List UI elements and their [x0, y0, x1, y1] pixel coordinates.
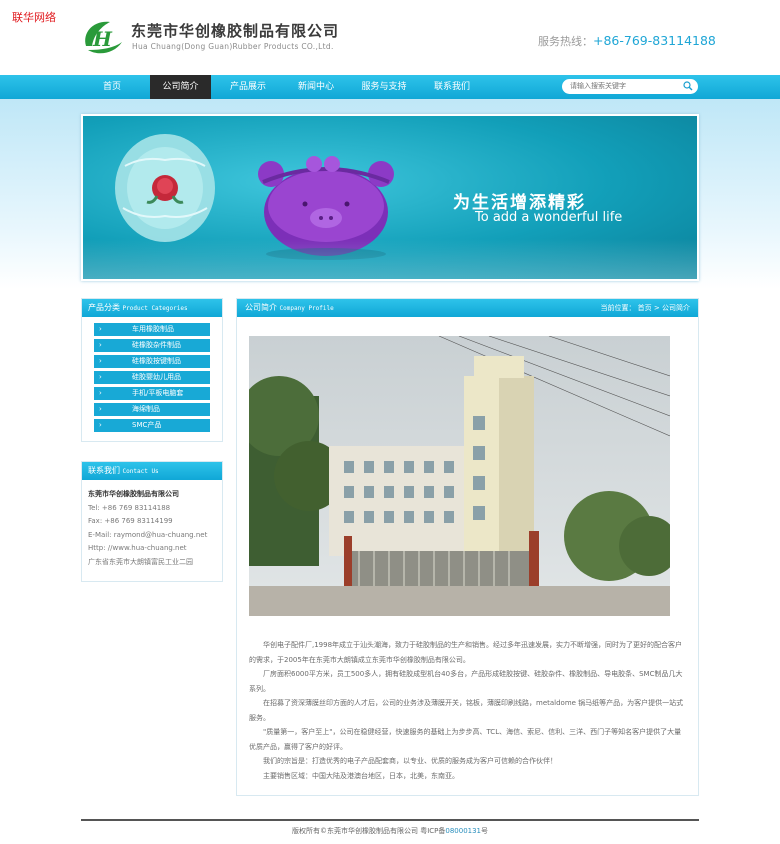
arrow-right-icon: › — [99, 341, 102, 349]
footer-divider — [81, 819, 699, 821]
company-logo-icon[interactable]: H — [80, 16, 126, 58]
main-nav: 首页 公司简介 产品展示 新闻中心 服务与支持 联系我们 — [0, 75, 780, 99]
category-item[interactable]: › 硅胶婴幼儿用品 — [94, 371, 210, 384]
contact-address: 广东省东莞市大朗镇富民工业二园 — [88, 557, 193, 566]
nav-item-news[interactable]: 新闻中心 — [284, 75, 348, 99]
contact-title-en: Contact Us — [122, 468, 159, 475]
category-item[interactable]: › 硅橡胶杂件制品 — [94, 339, 210, 352]
category-item[interactable]: › SMC产品 — [94, 419, 210, 432]
profile-paragraph: "质量第一，客户至上"，公司在稳健经营，快速服务的基础上为步步高、TCL、海信、… — [249, 728, 682, 751]
footer-suffix: 号 — [481, 827, 489, 835]
arrow-right-icon: › — [99, 405, 102, 413]
arrow-right-icon: › — [99, 373, 102, 381]
profile-paragraph: 我们的宗旨是：打造优秀的电子产品配套商，以专业、优质的服务成为客户可信赖的合作伙… — [263, 757, 557, 765]
footer: 版权所有©东莞市华创橡胶制品有限公司 粤ICP备08000131号 — [0, 826, 780, 836]
nav-item-about[interactable]: 公司简介 — [150, 75, 211, 99]
service-hotline: 服务热线：+86-769-83114188 — [538, 33, 716, 49]
arrow-right-icon: › — [99, 357, 102, 365]
nav-item-home[interactable]: 首页 — [80, 75, 144, 99]
contact-tel: Tel: +86 769 83114188 — [88, 503, 171, 512]
hotline-number: +86-769-83114188 — [593, 33, 716, 48]
nav-item-products[interactable]: 产品展示 — [216, 75, 280, 99]
arrow-right-icon: › — [99, 325, 102, 333]
panel-title-cn: 公司简介 — [245, 303, 277, 312]
profile-paragraph: 在招募了资深薄膜丝印方面的人才后，公司的业务涉及薄膜开关，铭板，薄膜印刷线路，m… — [249, 699, 684, 722]
hotline-label: 服务热线： — [538, 35, 593, 48]
category-item[interactable]: › 车用橡胶制品 — [94, 323, 210, 336]
contact-website[interactable]: Http: //www.hua-chuang.net — [88, 542, 216, 556]
banner-floor — [83, 239, 697, 279]
nav-item-support[interactable]: 服务与支持 — [351, 75, 417, 99]
banner-title-en: To add a wonderful life — [475, 210, 623, 225]
contact-title-cn: 联系我们 — [88, 466, 120, 475]
category-item[interactable]: › 海绵制品 — [94, 403, 210, 416]
search-box — [562, 79, 698, 94]
company-profile-panel: 公司简介 Company Profile 当前位置： 首页 > 公司简介 华创电… — [236, 298, 699, 796]
factory-photo — [249, 336, 670, 616]
category-item[interactable]: › 手机/平板电脑套 — [94, 387, 210, 400]
profile-paragraph: 主要销售区域：中国大陆及港澳台地区，日本，北美，东南亚。 — [263, 771, 459, 780]
contact-info: 东莞市华创橡胶制品有限公司 Tel: +86 769 83114188 Fax:… — [82, 480, 222, 577]
category-item[interactable]: › 硅橡胶按键制品 — [94, 355, 210, 368]
footer-icp-link[interactable]: 08000131 — [445, 827, 481, 835]
contact-fax: Fax: +86 769 83114199 — [88, 517, 173, 525]
factory-building-image — [249, 336, 670, 616]
contact-email[interactable]: E-Mail: raymond@hua-chuang.net — [88, 529, 216, 543]
categories-title-cn: 产品分类 — [88, 303, 120, 312]
arrow-right-icon: › — [99, 389, 102, 397]
nav-item-contact[interactable]: 联系我们 — [420, 75, 484, 99]
page: 联华网络 H 东莞市华创橡胶制品有限公司 Hua Chuang(Dong Gua… — [0, 0, 780, 844]
company-name-en: Hua Chuang(Dong Guan)Rubber Products CO.… — [132, 42, 334, 51]
contact-company: 东莞市华创橡胶制品有限公司 — [88, 490, 179, 498]
search-input[interactable] — [570, 80, 680, 93]
category-list: › 车用橡胶制品 › 硅橡胶杂件制品 › 硅橡胶按键制品 › 硅胶婴幼儿用品 › 手机/平… — [82, 317, 222, 443]
watermark-text: 联华网络 — [12, 11, 56, 24]
company-profile-text: 华创电子配件厂,1998年成立于汕头潮海，致力于硅胶制品的生产和销售。经过多年迅… — [249, 638, 687, 783]
contact-header: 联系我们 Contact Us — [82, 462, 222, 480]
search-icon[interactable] — [683, 81, 693, 91]
contact-box: 联系我们 Contact Us 东莞市华创橡胶制品有限公司 Tel: +86 7… — [81, 461, 223, 582]
categories-header: 产品分类 Product Categories — [82, 299, 222, 317]
company-name-cn: 东莞市华创橡胶制品有限公司 — [131, 22, 340, 40]
panel-title-en: Company Profile — [279, 305, 334, 312]
hero-banner: 为生活增添精彩 To add a wonderful life — [81, 114, 699, 281]
panel-header: 公司简介 Company Profile 当前位置： 首页 > 公司简介 — [237, 299, 698, 317]
profile-paragraph: 华创电子配件厂,1998年成立于汕头潮海，致力于硅胶制品的生产和销售。经过多年迅… — [249, 641, 683, 664]
categories-title-en: Product Categories — [122, 305, 188, 312]
footer-copyright: 版权所有©东莞市华创橡胶制品有限公司 粤ICP备 — [291, 827, 446, 835]
panel-title: 公司简介 Company Profile — [245, 299, 334, 318]
svg-text:H: H — [92, 27, 113, 51]
breadcrumb[interactable]: 当前位置： 首页 > 公司简介 — [600, 299, 690, 317]
arrow-right-icon: › — [99, 421, 102, 429]
profile-paragraph: 厂房面积6000平方米，员工500多人，拥有硅胶成型机台40多台，产品形成硅胶按… — [249, 670, 683, 693]
product-categories-box: 产品分类 Product Categories › 车用橡胶制品 › 硅橡胶杂件制品… — [81, 298, 223, 442]
